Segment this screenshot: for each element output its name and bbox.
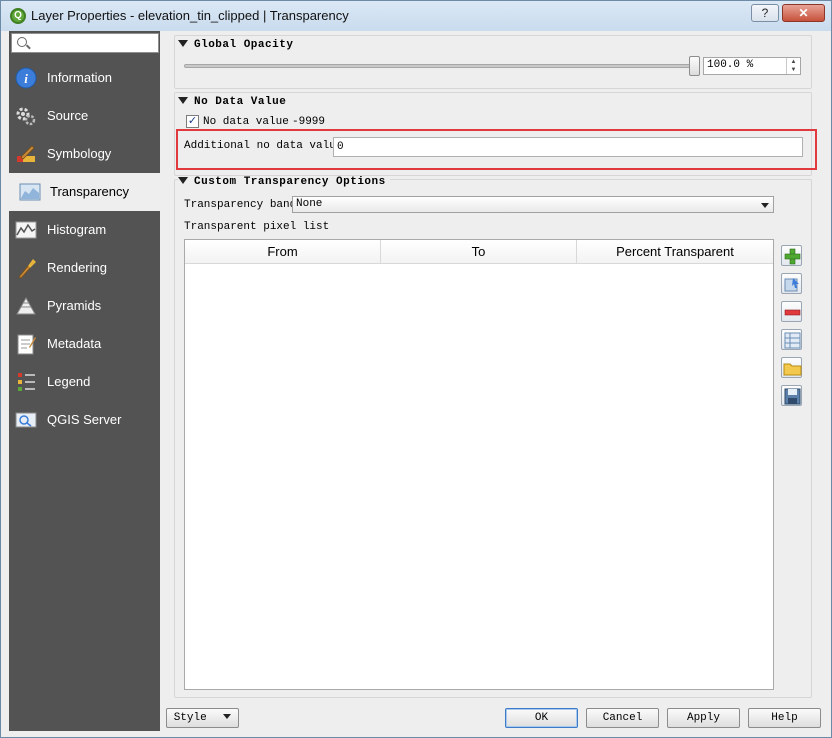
transparency-icon [19, 183, 41, 201]
collapse-arrow-icon [178, 40, 188, 47]
title-bar: Q Layer Properties - elevation_tin_clipp… [1, 1, 831, 31]
rendering-icon [18, 259, 36, 279]
transparent-pixel-table[interactable]: From To Percent Transparent [184, 239, 774, 690]
search-input[interactable] [36, 35, 154, 51]
add-value-button[interactable] [781, 245, 802, 266]
export-file-button[interactable] [781, 385, 802, 406]
default-values-icon [784, 332, 801, 349]
chevron-down-icon [223, 714, 232, 719]
sidebar-item-label: Metadata [47, 336, 102, 351]
import-file-button[interactable] [781, 357, 802, 378]
group-title: No Data Value [194, 96, 287, 108]
qgis-server-icon [15, 412, 37, 428]
import-file-icon [783, 363, 802, 376]
sidebar-item-metadata[interactable]: Metadata [9, 325, 160, 363]
pixel-list-label: Transparent pixel list [184, 221, 330, 233]
spin-up-icon[interactable]: ▲ [787, 58, 800, 66]
sidebar-item-symbology[interactable]: Symbology [9, 135, 160, 173]
sidebar-item-legend[interactable]: Legend [9, 363, 160, 401]
additional-no-data-label: Additional no data value [184, 140, 343, 152]
help-button[interactable]: Help [748, 708, 821, 728]
column-header-to[interactable]: To [381, 240, 577, 263]
opacity-spinbox[interactable]: 100.0 % ▲ ▼ [703, 57, 801, 75]
no-data-header[interactable]: No Data Value [178, 96, 286, 108]
style-button-label: Style [173, 712, 207, 724]
sidebar-item-label: Pyramids [47, 298, 102, 313]
sidebar-item-histogram[interactable]: Histogram [9, 211, 160, 249]
pyramids-icon [16, 296, 36, 315]
no-data-checkbox[interactable]: ✓ [186, 115, 199, 128]
layer-properties-window: Q Layer Properties - elevation_tin_clipp… [0, 0, 832, 738]
search-icon [17, 37, 27, 47]
metadata-icon [17, 334, 36, 355]
transparency-band-label: Transparency band [184, 199, 297, 211]
opacity-slider-handle[interactable] [689, 56, 700, 76]
sidebar-item-label: Rendering [47, 260, 107, 275]
ok-button[interactable]: OK [505, 708, 578, 728]
sidebar: i Information Source Symbology Transpare… [9, 31, 160, 731]
collapse-arrow-icon [178, 97, 188, 104]
no-data-checkbox-label: No data value [203, 116, 289, 128]
spin-arrows[interactable]: ▲ ▼ [786, 58, 800, 74]
column-header-percent-transparent[interactable]: Percent Transparent [577, 240, 773, 263]
group-title: Custom Transparency Options [194, 176, 386, 188]
symbology-icon [17, 145, 35, 162]
spin-down-icon[interactable]: ▼ [787, 66, 800, 74]
column-header-from[interactable]: From [185, 240, 381, 263]
information-icon: i [15, 67, 37, 89]
remove-button[interactable] [781, 301, 802, 322]
sidebar-item-qgis-server[interactable]: QGIS Server [9, 401, 160, 439]
sidebar-item-information[interactable]: i Information [9, 59, 160, 97]
collapse-arrow-icon [178, 177, 188, 184]
no-data-value: -9999 [292, 116, 326, 128]
sidebar-item-label: Information [47, 70, 113, 85]
remove-icon [784, 309, 801, 316]
legend-icon [18, 373, 35, 391]
opacity-value: 100.0 % [707, 59, 754, 71]
sidebar-item-label: Symbology [47, 146, 112, 161]
sidebar-item-source[interactable]: Source [9, 97, 160, 135]
cancel-button[interactable]: Cancel [586, 708, 659, 728]
add-value-icon [784, 248, 801, 265]
sidebar-item-transparency[interactable]: Transparency [9, 173, 160, 211]
sidebar-item-label: Histogram [47, 222, 107, 237]
sidebar-item-label: Transparency [50, 184, 129, 199]
histogram-icon [15, 221, 37, 239]
add-values-from-display-icon [784, 278, 799, 292]
sidebar-item-pyramids[interactable]: Pyramids [9, 287, 160, 325]
sidebar-item-label: Legend [47, 374, 91, 389]
apply-button[interactable]: Apply [667, 708, 740, 728]
sidebar-item-label: QGIS Server [47, 412, 122, 427]
group-title: Global Opacity [194, 39, 294, 51]
transparency-band-select[interactable]: None [292, 196, 774, 213]
add-values-from-display-button[interactable] [781, 273, 802, 294]
qgis-logo-icon: Q [10, 8, 26, 24]
style-dropdown-button[interactable]: Style [166, 708, 239, 728]
global-opacity-header[interactable]: Global Opacity [178, 39, 293, 51]
sidebar-search[interactable] [11, 33, 159, 53]
transparency-band-value: None [296, 198, 323, 210]
opacity-slider-track[interactable] [184, 64, 696, 68]
source-icon [16, 107, 36, 126]
svg-text:i: i [24, 71, 28, 86]
window-title: Layer Properties - elevation_tin_clipped… [31, 8, 349, 23]
window-help-button[interactable]: ? [751, 4, 779, 22]
table-header: From To Percent Transparent [185, 240, 773, 264]
sidebar-item-rendering[interactable]: Rendering [9, 249, 160, 287]
chevron-down-icon [761, 203, 769, 208]
additional-no-data-input[interactable] [333, 137, 803, 157]
export-file-icon [784, 388, 801, 405]
default-values-button[interactable] [781, 329, 802, 350]
window-close-button[interactable]: ✕ [782, 4, 825, 22]
sidebar-item-label: Source [47, 108, 89, 123]
custom-transparency-header[interactable]: Custom Transparency Options [178, 176, 390, 188]
